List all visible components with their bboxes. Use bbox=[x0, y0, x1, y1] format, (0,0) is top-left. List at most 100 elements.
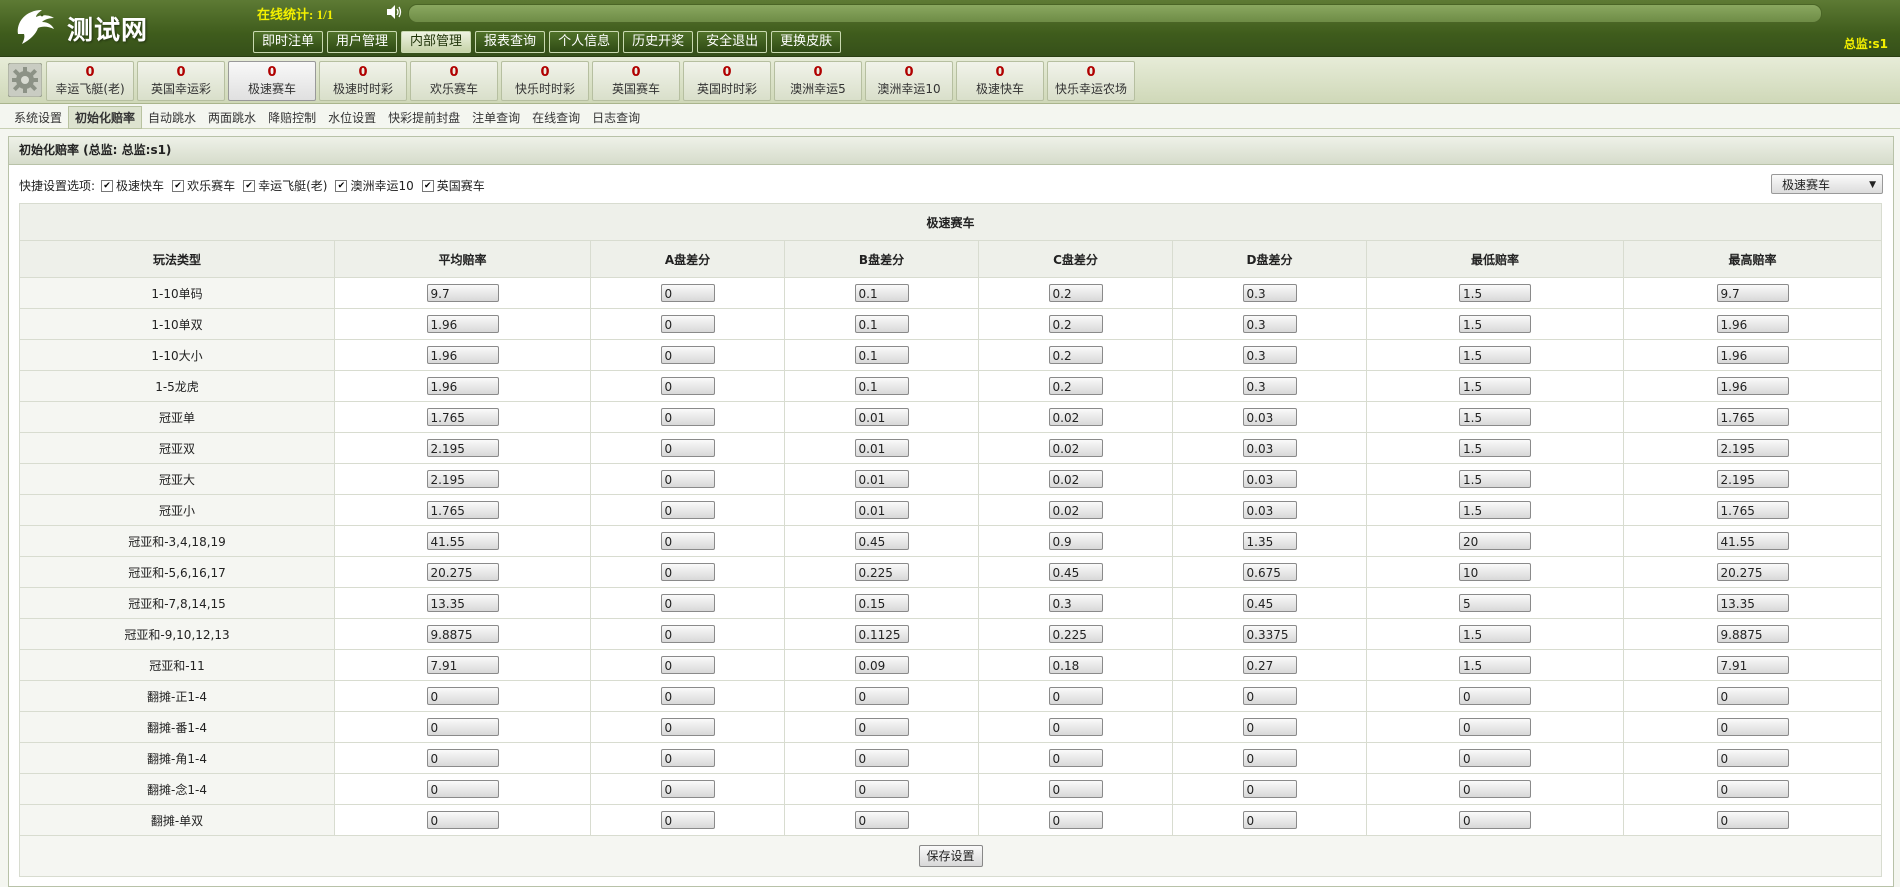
quick-option[interactable]: ✔ 澳洲幸运10 bbox=[335, 177, 414, 194]
odds-input[interactable]: 9.7 bbox=[1716, 284, 1789, 302]
sub-nav-item[interactable]: 系统设置 bbox=[8, 107, 68, 128]
odds-input[interactable]: 0.03 bbox=[1242, 501, 1297, 519]
odds-input[interactable]: 0 bbox=[1242, 811, 1297, 829]
odds-input[interactable]: 0.1 bbox=[854, 377, 909, 395]
odds-input[interactable]: 0.3 bbox=[1242, 377, 1297, 395]
game-tab[interactable]: 0 快乐时时彩 bbox=[501, 61, 589, 101]
odds-input[interactable]: 0.18 bbox=[1048, 656, 1103, 674]
odds-input[interactable]: 0 bbox=[660, 439, 715, 457]
game-select[interactable]: 极速赛车 ▼ bbox=[1771, 174, 1883, 194]
odds-input[interactable]: 0.2 bbox=[1048, 315, 1103, 333]
sub-nav-item[interactable]: 两面跳水 bbox=[202, 107, 262, 128]
odds-input[interactable]: 0.01 bbox=[854, 439, 909, 457]
nav-item[interactable]: 安全退出 bbox=[697, 31, 768, 53]
odds-input[interactable]: 1.5 bbox=[1459, 439, 1531, 457]
odds-input[interactable]: 1.5 bbox=[1459, 377, 1531, 395]
checkbox-checked-icon[interactable]: ✔ bbox=[421, 179, 434, 192]
odds-input[interactable]: 0.3 bbox=[1242, 346, 1297, 364]
sub-nav-item[interactable]: 日志查询 bbox=[586, 107, 646, 128]
game-tab[interactable]: 0 极速时时彩 bbox=[319, 61, 407, 101]
odds-input[interactable]: 0 bbox=[1242, 687, 1297, 705]
odds-input[interactable]: 1.5 bbox=[1459, 625, 1531, 643]
nav-item[interactable]: 历史开奖 bbox=[623, 31, 694, 53]
odds-input[interactable]: 1.96 bbox=[1716, 346, 1789, 364]
odds-input[interactable]: 1.765 bbox=[426, 501, 499, 519]
odds-input[interactable]: 0 bbox=[660, 625, 715, 643]
odds-input[interactable]: 0 bbox=[660, 532, 715, 550]
odds-input[interactable]: 0 bbox=[1716, 780, 1789, 798]
odds-input[interactable]: 10 bbox=[1459, 563, 1531, 581]
odds-input[interactable]: 0 bbox=[660, 377, 715, 395]
odds-input[interactable]: 0.45 bbox=[1242, 594, 1297, 612]
odds-input[interactable]: 0.225 bbox=[1048, 625, 1103, 643]
odds-input[interactable]: 9.7 bbox=[426, 284, 499, 302]
odds-input[interactable]: 0 bbox=[1716, 687, 1789, 705]
odds-input[interactable]: 1.5 bbox=[1459, 346, 1531, 364]
odds-input[interactable]: 0 bbox=[426, 811, 499, 829]
odds-input[interactable]: 0.1 bbox=[854, 315, 909, 333]
odds-input[interactable]: 0.2 bbox=[1048, 346, 1103, 364]
odds-input[interactable]: 0.3 bbox=[1242, 315, 1297, 333]
game-tab[interactable]: 0 澳洲幸运5 bbox=[774, 61, 862, 101]
odds-input[interactable]: 0 bbox=[660, 470, 715, 488]
odds-input[interactable]: 7.91 bbox=[426, 656, 499, 674]
odds-input[interactable]: 0.02 bbox=[1048, 501, 1103, 519]
odds-input[interactable]: 0 bbox=[854, 811, 909, 829]
odds-input[interactable]: 20.275 bbox=[1716, 563, 1789, 581]
quick-option[interactable]: ✔ 英国赛车 bbox=[421, 177, 485, 194]
nav-item[interactable]: 即时注单 bbox=[253, 31, 324, 53]
sub-nav-item[interactable]: 在线查询 bbox=[526, 107, 586, 128]
odds-input[interactable]: 0.27 bbox=[1242, 656, 1297, 674]
odds-input[interactable]: 0 bbox=[426, 780, 499, 798]
odds-input[interactable]: 0.01 bbox=[854, 501, 909, 519]
odds-input[interactable]: 41.55 bbox=[1716, 532, 1789, 550]
odds-input[interactable]: 0 bbox=[660, 346, 715, 364]
game-tab[interactable]: 0 快乐幸运农场 bbox=[1047, 61, 1135, 101]
sub-nav-item[interactable]: 快彩提前封盘 bbox=[382, 107, 466, 128]
odds-input[interactable]: 0 bbox=[854, 687, 909, 705]
odds-input[interactable]: 0 bbox=[1048, 780, 1103, 798]
odds-input[interactable]: 0.3 bbox=[1048, 594, 1103, 612]
odds-input[interactable]: 1.96 bbox=[426, 315, 499, 333]
odds-input[interactable]: 9.8875 bbox=[426, 625, 499, 643]
odds-input[interactable]: 20 bbox=[1459, 532, 1531, 550]
speaker-icon[interactable] bbox=[385, 4, 403, 20]
odds-input[interactable]: 1.765 bbox=[426, 408, 499, 426]
odds-input[interactable]: 0 bbox=[1716, 749, 1789, 767]
sub-nav-item[interactable]: 初始化赔率 bbox=[68, 105, 143, 129]
quick-option[interactable]: ✔ 极速快车 bbox=[101, 177, 164, 194]
odds-input[interactable]: 41.55 bbox=[426, 532, 499, 550]
odds-input[interactable]: 0.02 bbox=[1048, 439, 1103, 457]
odds-input[interactable]: 0.2 bbox=[1048, 284, 1103, 302]
odds-input[interactable]: 0.03 bbox=[1242, 470, 1297, 488]
quick-option[interactable]: ✔ 幸运飞艇(老) bbox=[243, 177, 327, 194]
odds-input[interactable]: 0 bbox=[854, 780, 909, 798]
game-tab[interactable]: 0 极速赛车 bbox=[228, 61, 316, 101]
odds-input[interactable]: 0.03 bbox=[1242, 439, 1297, 457]
odds-input[interactable]: 0 bbox=[1716, 718, 1789, 736]
odds-input[interactable]: 0 bbox=[1242, 780, 1297, 798]
odds-input[interactable]: 0 bbox=[1459, 749, 1531, 767]
nav-item[interactable]: 更换皮肤 bbox=[771, 31, 842, 53]
odds-input[interactable]: 0.9 bbox=[1048, 532, 1103, 550]
odds-input[interactable]: 0.09 bbox=[854, 656, 909, 674]
odds-input[interactable]: 0 bbox=[1459, 687, 1531, 705]
odds-input[interactable]: 0.01 bbox=[854, 470, 909, 488]
odds-input[interactable]: 0.3 bbox=[1242, 284, 1297, 302]
odds-input[interactable]: 0 bbox=[660, 408, 715, 426]
odds-input[interactable]: 0 bbox=[1242, 718, 1297, 736]
odds-input[interactable]: 0 bbox=[1048, 687, 1103, 705]
odds-input[interactable]: 0.2 bbox=[1048, 377, 1103, 395]
odds-input[interactable]: 0 bbox=[1459, 780, 1531, 798]
odds-input[interactable]: 0 bbox=[1048, 718, 1103, 736]
odds-input[interactable]: 0 bbox=[1242, 749, 1297, 767]
odds-input[interactable]: 0.02 bbox=[1048, 408, 1103, 426]
odds-input[interactable]: 1.96 bbox=[426, 377, 499, 395]
odds-input[interactable]: 13.35 bbox=[1716, 594, 1789, 612]
odds-input[interactable]: 1.5 bbox=[1459, 315, 1531, 333]
game-tab[interactable]: 0 极速快车 bbox=[956, 61, 1044, 101]
game-tab[interactable]: 0 英国赛车 bbox=[592, 61, 680, 101]
odds-input[interactable]: 0 bbox=[854, 718, 909, 736]
odds-input[interactable]: 1.765 bbox=[1716, 408, 1789, 426]
odds-input[interactable]: 0 bbox=[1716, 811, 1789, 829]
